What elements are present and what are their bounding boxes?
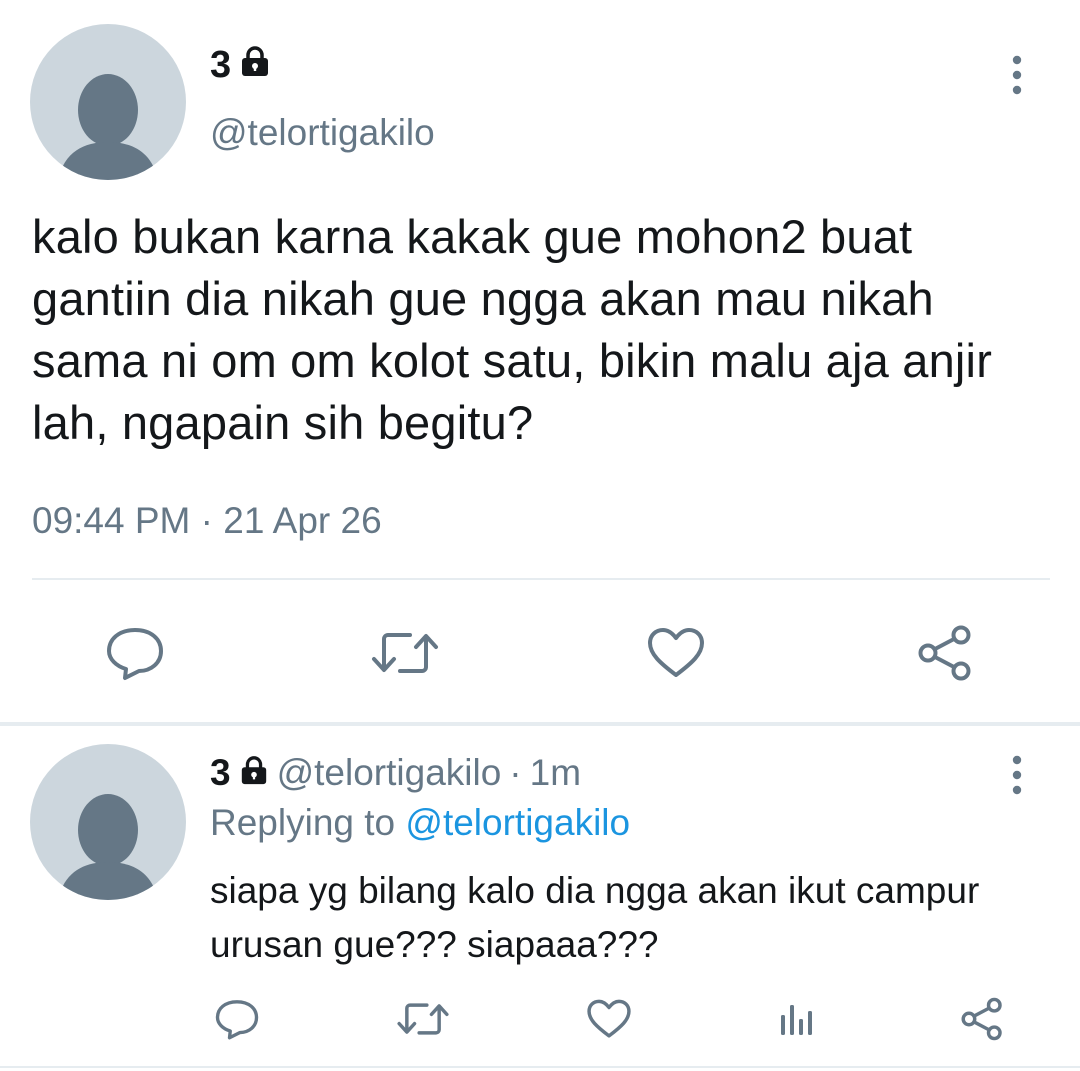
analytics-button[interactable] [772,996,820,1042]
reply-text: siapa yg bilang kalo dia ngga akan ikut … [210,870,980,965]
like-icon [648,628,704,677]
share-button[interactable] [912,620,978,686]
retweet-button[interactable] [368,622,442,684]
lock-icon [239,752,269,794]
replying-to-label: Replying to [210,802,396,843]
reply-icon [215,1000,259,1040]
default-avatar-icon [58,74,158,180]
display-name[interactable]: 3 [210,44,271,87]
share-icon [918,625,971,681]
divider [32,578,1050,580]
divider [0,1066,1080,1068]
like-icon [587,999,631,1038]
analytics-icon [781,1005,812,1035]
reply-time[interactable]: 1m [530,752,581,794]
reply-handle[interactable]: @telortigakilo [277,752,502,794]
tweet-timestamp[interactable]: 09:44 PM · 21 Apr 26 [32,500,382,542]
replying-to-link[interactable]: @telortigakilo [405,802,630,843]
like-button[interactable] [642,622,710,684]
reply-button[interactable] [212,996,262,1042]
tweet-text: kalo bukan karna kakak gue mohon2 buat g… [32,210,993,449]
reply-avatar[interactable] [30,744,186,900]
more-options-icon[interactable] [1000,754,1034,801]
share-button[interactable] [956,994,1008,1044]
reply-button[interactable] [100,622,170,684]
meta-separator: · [509,752,522,793]
avatar[interactable] [30,24,186,180]
display-name-text: 3 [210,44,232,86]
share-icon [961,997,1002,1041]
retweet-icon [372,633,438,673]
like-button[interactable] [584,996,634,1042]
reply-icon [107,628,163,680]
more-options-icon[interactable] [1000,54,1034,101]
section-separator [0,722,1080,726]
reply-display-name-text: 3 [210,752,231,793]
retweet-button[interactable] [394,996,452,1042]
default-avatar-icon [58,794,158,900]
retweet-icon [397,1003,449,1035]
reply-display-name[interactable]: 3 [210,752,269,794]
lock-icon [239,44,271,87]
handle[interactable]: @telortigakilo [210,112,435,154]
reply-header: 3 @telortigakilo · 1m [210,752,581,794]
replying-to: Replying to @telortigakilo [210,802,630,844]
